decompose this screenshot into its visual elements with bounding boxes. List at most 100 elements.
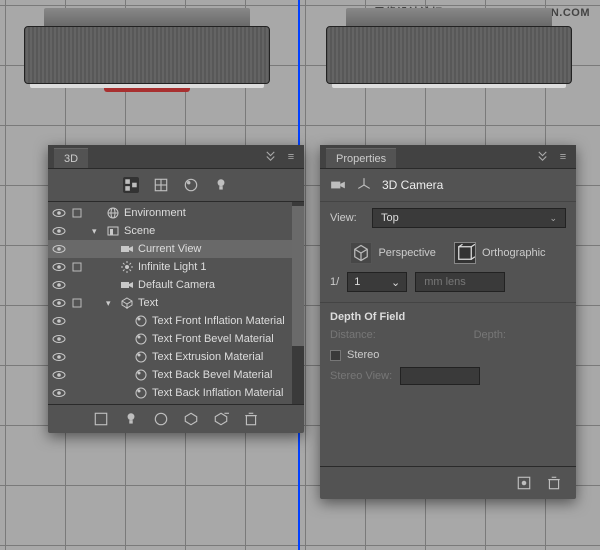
visibility-icon[interactable] — [52, 368, 66, 382]
menu-icon[interactable]: ≡ — [284, 150, 298, 164]
duplicate-icon[interactable] — [213, 411, 229, 427]
material-icon — [134, 386, 148, 400]
toggle-slot[interactable] — [70, 224, 84, 238]
toggle-slot[interactable] — [70, 296, 84, 310]
visibility-icon[interactable] — [52, 386, 66, 400]
tree-row[interactable]: Current View — [48, 240, 304, 258]
panel-properties: Properties ≡ 3D Camera View: Top ⌄ Persp… — [320, 145, 576, 499]
toggle-slot[interactable] — [70, 278, 84, 292]
scene-icon — [106, 224, 120, 238]
toggle-slot[interactable] — [70, 368, 84, 382]
new-material-icon[interactable] — [153, 411, 169, 427]
light-icon — [120, 260, 134, 274]
tree-row-label: Environment — [124, 207, 186, 219]
material-icon — [134, 332, 148, 346]
tree-row[interactable]: ▾ Text — [48, 294, 304, 312]
tree-row[interactable]: Text Front Bevel Material — [48, 330, 304, 348]
tree-row[interactable]: Text Extrusion Material — [48, 348, 304, 366]
filter-material-icon[interactable] — [183, 177, 199, 193]
mesh-icon — [120, 296, 134, 310]
camera-icon — [120, 242, 134, 256]
scrollbar[interactable] — [292, 202, 304, 404]
tree-row[interactable]: Text Back Inflation Material — [48, 384, 304, 402]
scene-tree: Environment ▾ Scene Current View Infinit… — [48, 202, 304, 404]
visibility-icon[interactable] — [52, 314, 66, 328]
tree-row-label: Scene — [124, 225, 155, 237]
distance-label: Distance: — [330, 329, 376, 341]
toggle-slot[interactable] — [70, 242, 84, 256]
tree-row-label: Text — [138, 297, 158, 309]
tree-row-label: Text Extrusion Material — [152, 351, 263, 363]
camera-icon[interactable] — [330, 177, 346, 193]
menu-icon[interactable]: ≡ — [556, 150, 570, 164]
filter-scene-icon[interactable] — [123, 177, 139, 193]
collapse-icon[interactable] — [264, 150, 278, 164]
tree-row[interactable]: Default Camera — [48, 276, 304, 294]
globe-icon — [106, 206, 120, 220]
panel-3d-title: 3D — [54, 148, 88, 168]
visibility-icon[interactable] — [52, 206, 66, 220]
visibility-icon[interactable] — [52, 350, 66, 364]
scale-select[interactable]: 1⌄ — [347, 272, 407, 292]
tree-row[interactable]: Infinite Light 1 — [48, 258, 304, 276]
orthographic-toggle[interactable]: Orthographic — [454, 242, 546, 264]
panel-3d-header[interactable]: 3D ≡ — [48, 145, 304, 169]
camera-icon — [120, 278, 134, 292]
toggle-slot[interactable] — [70, 206, 84, 220]
tree-row[interactable]: Environment — [48, 204, 304, 222]
render-object-left — [24, 8, 270, 88]
toggle-slot[interactable] — [70, 314, 84, 328]
stereo-view-label: Stereo View: — [330, 370, 392, 382]
view-label: View: — [330, 212, 364, 224]
tree-row-label: Current View — [138, 243, 201, 255]
panel-properties-header[interactable]: Properties ≡ — [320, 145, 576, 169]
new-texture-icon[interactable] — [93, 411, 109, 427]
material-icon — [134, 314, 148, 328]
filter-mesh-icon[interactable] — [153, 177, 169, 193]
trash-icon[interactable] — [243, 411, 259, 427]
tree-row-label: Text Back Bevel Material — [152, 369, 272, 381]
visibility-icon[interactable] — [52, 260, 66, 274]
visibility-icon[interactable] — [52, 242, 66, 256]
expand-icon[interactable]: ▾ — [92, 226, 102, 237]
add-object-icon[interactable] — [183, 411, 199, 427]
tree-row-label: Default Camera — [138, 279, 215, 291]
perspective-cube-icon — [350, 242, 372, 264]
dof-title: Depth Of Field — [330, 311, 566, 323]
expand-icon[interactable]: ▾ — [106, 298, 116, 309]
toggle-slot[interactable] — [70, 350, 84, 364]
visibility-icon[interactable] — [52, 332, 66, 346]
tree-row[interactable]: Text Front Inflation Material — [48, 312, 304, 330]
tree-row[interactable]: Text Back Bevel Material — [48, 366, 304, 384]
visibility-icon[interactable] — [52, 296, 66, 310]
filter-light-icon[interactable] — [213, 177, 229, 193]
trash-icon[interactable] — [546, 475, 562, 491]
material-icon — [134, 350, 148, 364]
view-select[interactable]: Top ⌄ — [372, 208, 566, 228]
scale-prefix: 1/ — [330, 276, 339, 288]
visibility-icon[interactable] — [52, 224, 66, 238]
toggle-slot[interactable] — [70, 386, 84, 400]
render-icon[interactable] — [516, 475, 532, 491]
tree-row-label: Infinite Light 1 — [138, 261, 207, 273]
orthographic-cube-icon — [454, 242, 476, 264]
tree-row[interactable]: ▾ Scene — [48, 222, 304, 240]
depth-label: Depth: — [474, 329, 506, 341]
tree-row-label: Text Back Inflation Material — [152, 387, 283, 399]
stereo-view-select — [400, 367, 480, 385]
stereo-checkbox[interactable]: Stereo — [330, 349, 566, 361]
new-light-icon[interactable] — [123, 411, 139, 427]
render-object-right — [326, 8, 572, 88]
lens-select[interactable]: mm lens — [415, 272, 505, 292]
coords-icon[interactable] — [356, 177, 372, 193]
properties-type-label: 3D Camera — [382, 178, 443, 192]
collapse-icon[interactable] — [536, 150, 550, 164]
perspective-toggle[interactable]: Perspective — [350, 242, 435, 264]
toggle-slot[interactable] — [70, 332, 84, 346]
properties-type-header: 3D Camera — [320, 169, 576, 202]
tree-row-label: Text Front Bevel Material — [152, 333, 274, 345]
toggle-slot[interactable] — [70, 260, 84, 274]
visibility-icon[interactable] — [52, 278, 66, 292]
material-icon — [134, 368, 148, 382]
tree-row-label: Text Front Inflation Material — [152, 315, 285, 327]
